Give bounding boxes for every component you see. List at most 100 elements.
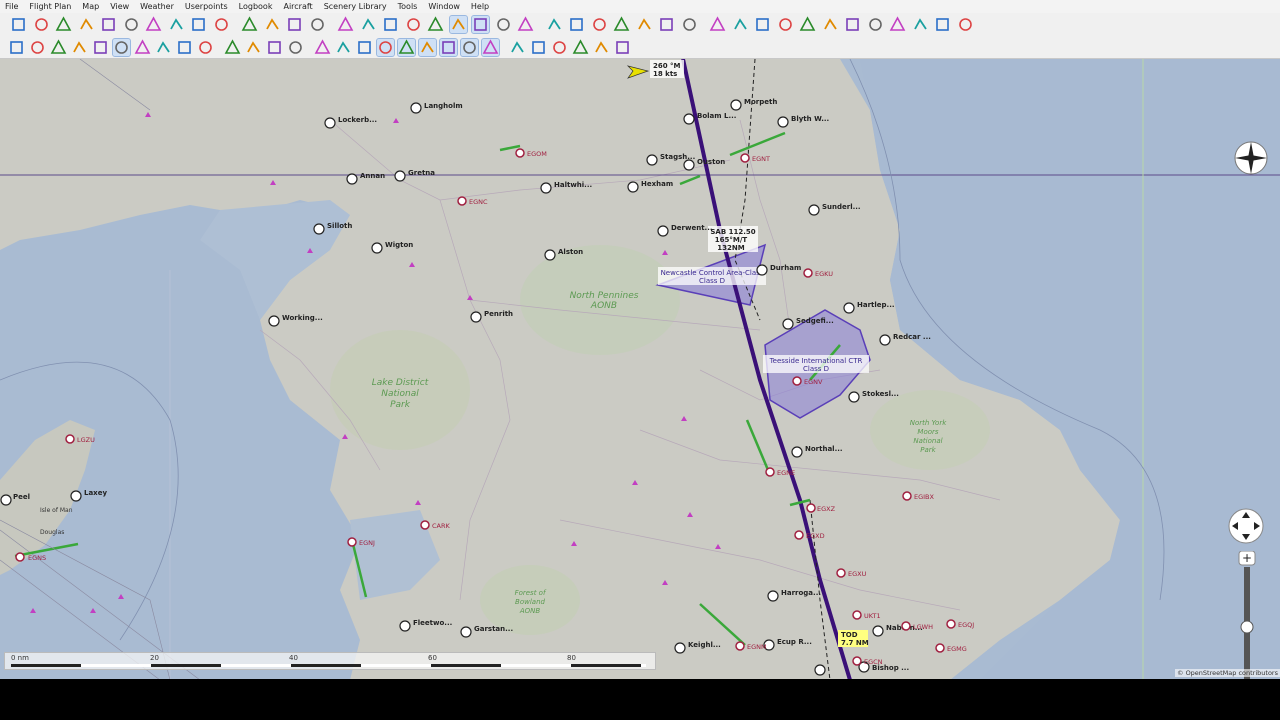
toolbar2-button-9-icon[interactable]	[176, 39, 193, 56]
toolbar2-button-6-icon[interactable]	[112, 38, 131, 57]
svg-text:Ecup R...: Ecup R...	[777, 638, 812, 646]
toolbar2-button-26-icon[interactable]	[551, 39, 568, 56]
menu-bar: File Flight Plan Map View Weather Userpoints L…	[0, 0, 1280, 13]
toolbar1-button-25-icon[interactable]	[568, 16, 585, 33]
toolbar1-button-37-icon[interactable]	[844, 16, 861, 33]
menu-aircraft[interactable]: Aircraft	[278, 0, 318, 13]
toolbar1-button-39-icon[interactable]	[889, 16, 906, 33]
toolbar1-button-28-icon[interactable]	[636, 16, 653, 33]
menu-map[interactable]: Map	[77, 0, 105, 13]
svg-text:Haltwhi...: Haltwhi...	[554, 181, 592, 189]
toolbar1-button-41-icon[interactable]	[934, 16, 951, 33]
menu-window[interactable]: Window	[423, 0, 466, 13]
zoom-slider[interactable]: + −	[1238, 550, 1256, 679]
toolbar1-button-2-icon[interactable]	[33, 16, 50, 33]
toolbar2-button-15-icon[interactable]	[314, 39, 331, 56]
toolbar1-button-17-icon[interactable]	[382, 16, 399, 33]
toolbar2-button-5-icon[interactable]	[92, 39, 109, 56]
toolbar2-button-21-icon[interactable]	[439, 38, 458, 57]
map-canvas[interactable]: North Pennines AONB Lake District Nation…	[0, 59, 1280, 679]
toolbar2-button-13-icon[interactable]	[266, 39, 283, 56]
menu-flight-plan[interactable]: Flight Plan	[24, 0, 77, 13]
toolbar2-button-4-icon[interactable]	[71, 39, 88, 56]
toolbar1-button-29-icon[interactable]	[658, 16, 675, 33]
toolbar2-button-25-icon[interactable]	[530, 39, 547, 56]
toolbar2-button-29-icon[interactable]	[614, 39, 631, 56]
airport-ukt1: UKT1	[852, 610, 881, 620]
toolbar1-button-35-icon[interactable]	[799, 16, 816, 33]
toolbar1-button-15-icon[interactable]	[337, 16, 354, 33]
toolbar1-button-32-icon[interactable]	[732, 16, 749, 33]
toolbar2-button-1-icon[interactable]	[8, 39, 25, 56]
toolbar1-button-42-icon[interactable]	[957, 16, 974, 33]
map-attribution[interactable]: © OpenStreetMap contributors	[1175, 669, 1280, 677]
toolbar1-button-7-icon[interactable]	[145, 16, 162, 33]
toolbar2-button-28-icon[interactable]	[593, 39, 610, 56]
menu-file[interactable]: File	[0, 0, 24, 13]
toolbar2-button-2-icon[interactable]	[29, 39, 46, 56]
toolbar2-button-27-icon[interactable]	[572, 39, 589, 56]
toolbar2-button-24-icon[interactable]	[509, 39, 526, 56]
toolbar1-button-10-icon[interactable]	[213, 16, 230, 33]
toolbar1-button-36-icon[interactable]	[822, 16, 839, 33]
toolbar1-button-11-icon[interactable]	[241, 16, 258, 33]
toolbar2-button-18-icon[interactable]	[376, 38, 395, 57]
toolbar1-button-30-icon[interactable]	[681, 16, 698, 33]
lake-district-label-3: Park	[390, 400, 411, 410]
toolbar1-button-23-icon[interactable]	[517, 16, 534, 33]
compass-rose	[1232, 137, 1270, 175]
toolbar1-button-3-icon[interactable]	[55, 16, 72, 33]
toolbar1-button-24-icon[interactable]	[546, 16, 563, 33]
toolbar1-button-38-icon[interactable]	[867, 16, 884, 33]
menu-help[interactable]: Help	[466, 0, 495, 13]
menu-logbook[interactable]: Logbook	[234, 0, 279, 13]
toolbar1-button-22-icon[interactable]	[495, 16, 512, 33]
map-pan-control[interactable]	[1228, 508, 1264, 544]
toolbar1-button-12-icon[interactable]	[264, 16, 281, 33]
north-york-moors-label-2: Moors	[917, 428, 938, 436]
toolbar2-button-19-icon[interactable]	[397, 38, 416, 57]
menu-scenery-library[interactable]: Scenery Library	[319, 0, 393, 13]
toolbar2-button-22-icon[interactable]	[460, 38, 479, 57]
toolbar2-button-17-icon[interactable]	[356, 39, 373, 56]
svg-text:Hartlep...: Hartlep...	[857, 301, 895, 309]
menu-weather[interactable]: Weather	[135, 0, 180, 13]
toolbar1-button-6-icon[interactable]	[123, 16, 140, 33]
toolbar1-button-5-icon[interactable]	[100, 16, 117, 33]
toolbar1-button-8-icon[interactable]	[168, 16, 185, 33]
toolbar1-button-4-icon[interactable]	[78, 16, 95, 33]
toolbar2-button-10-icon[interactable]	[197, 39, 214, 56]
toolbar2-button-23-icon[interactable]	[481, 38, 500, 57]
toolbar1-button-26-icon[interactable]	[591, 16, 608, 33]
toolbar1-button-34-icon[interactable]	[777, 16, 794, 33]
toolbar1-button-18-icon[interactable]	[405, 16, 422, 33]
toolbar2-button-16-icon[interactable]	[335, 39, 352, 56]
toolbar1-button-14-icon[interactable]	[309, 16, 326, 33]
toolbar1-button-27-icon[interactable]	[613, 16, 630, 33]
toolbar1-button-40-icon[interactable]	[912, 16, 929, 33]
letterbox-bar	[0, 679, 1280, 720]
map-view[interactable]: North Pennines AONB Lake District Nation…	[0, 59, 1280, 679]
toolbar2-button-11-icon[interactable]	[224, 39, 241, 56]
toolbar2-button-3-icon[interactable]	[50, 39, 67, 56]
menu-userpoints[interactable]: Userpoints	[180, 0, 234, 13]
toolbar1-button-1-icon[interactable]	[10, 16, 27, 33]
toolbar2-button-14-icon[interactable]	[287, 39, 304, 56]
toolbar1-button-20-icon[interactable]	[448, 15, 468, 34]
scale-tick-40: 40	[289, 654, 298, 662]
toolbar1-button-9-icon[interactable]	[190, 16, 207, 33]
toolbar1-button-21-icon[interactable]	[471, 15, 490, 34]
vrp-laxey: Laxey	[70, 489, 107, 502]
toolbar1-button-13-icon[interactable]	[286, 16, 303, 33]
menu-view[interactable]: View	[105, 0, 135, 13]
menu-tools[interactable]: Tools	[393, 0, 424, 13]
douglas-label: Douglas	[40, 529, 64, 536]
toolbar1-button-31-icon[interactable]	[709, 16, 726, 33]
toolbar2-button-20-icon[interactable]	[418, 38, 437, 57]
toolbar2-button-12-icon[interactable]	[245, 39, 262, 56]
toolbar1-button-19-icon[interactable]	[427, 16, 444, 33]
toolbar1-button-33-icon[interactable]	[754, 16, 771, 33]
toolbar2-button-7-icon[interactable]	[134, 39, 151, 56]
toolbar2-button-8-icon[interactable]	[155, 39, 172, 56]
toolbar1-button-16-icon[interactable]	[360, 16, 377, 33]
